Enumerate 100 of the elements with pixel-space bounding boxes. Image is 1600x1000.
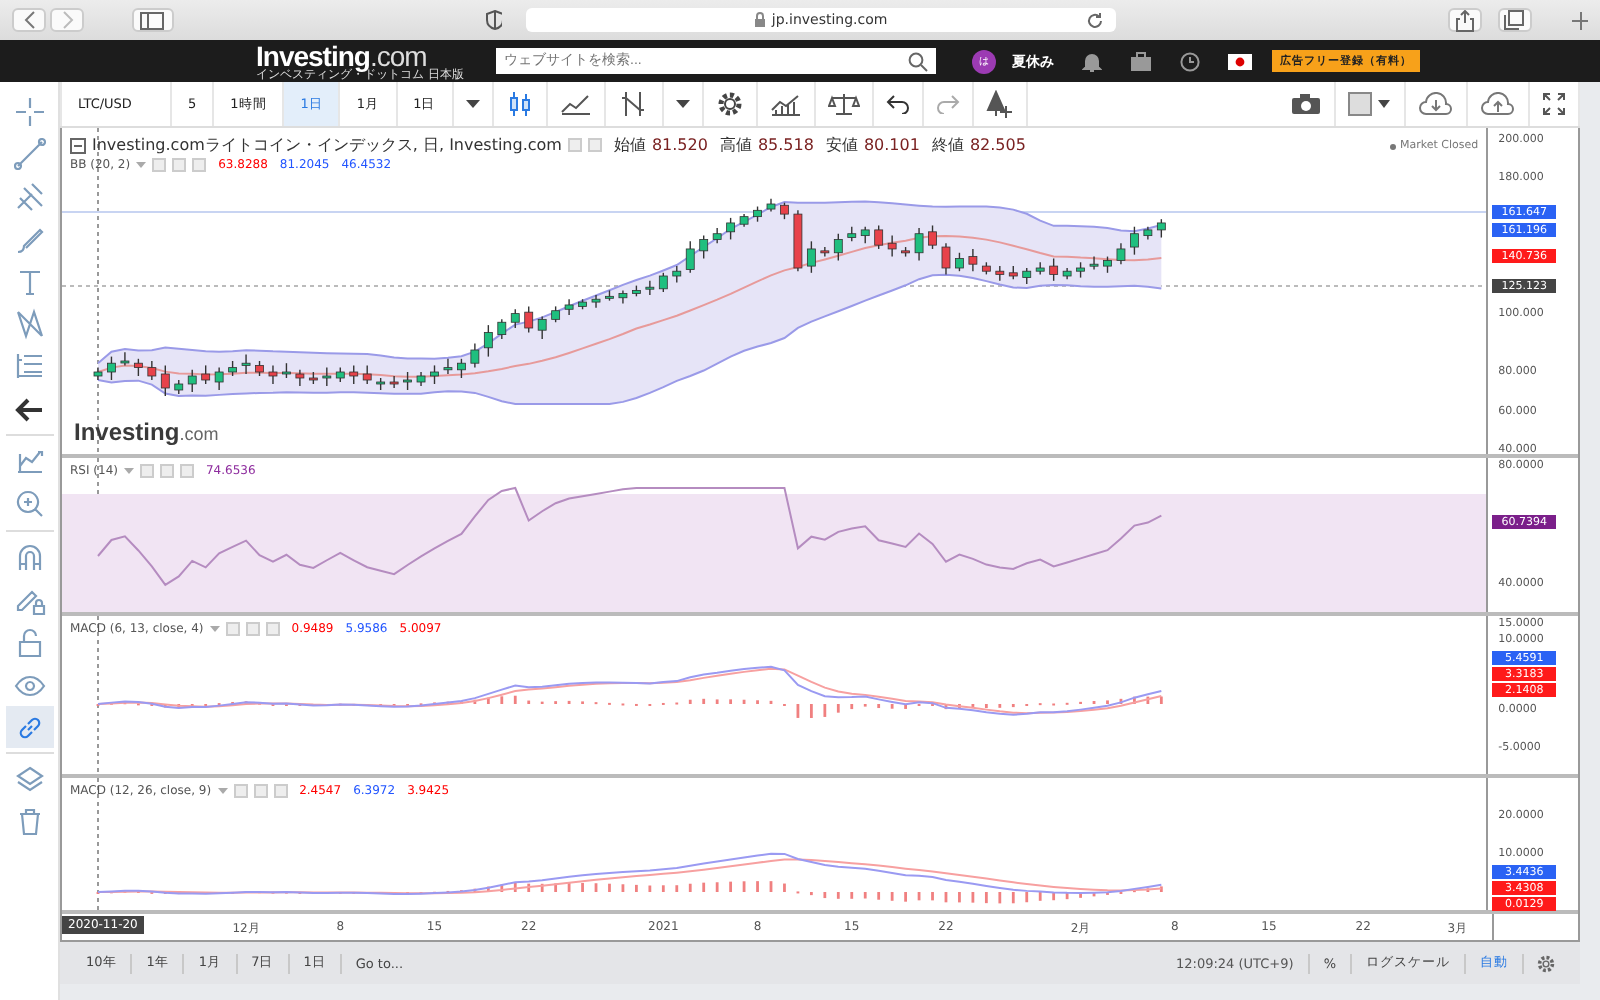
candlestick [1035, 261, 1045, 276]
crosshair-line [97, 778, 99, 910]
candlestick [160, 364, 170, 397]
candlestick [537, 315, 547, 340]
candlestick [807, 240, 816, 274]
fibonacci-icon [13, 350, 45, 383]
site-logo[interactable]: Investing.com [256, 41, 480, 69]
camera-icon [1290, 92, 1322, 116]
collapse-icon[interactable] [70, 137, 86, 153]
arrow-left-icon [13, 393, 45, 426]
candlestick [255, 360, 264, 377]
chevron-left-icon [21, 10, 37, 30]
pitchfork-icon [13, 180, 45, 213]
sidebar-button[interactable] [132, 8, 174, 32]
candlestick [955, 252, 964, 272]
status-dot [1390, 143, 1397, 149]
ohlc-value: 81.520 [651, 136, 708, 154]
search-icon[interactable] [908, 51, 928, 71]
candlestick [847, 226, 857, 243]
new-tab-icon[interactable] [1571, 11, 1588, 29]
color-swatch-icon [1348, 92, 1392, 116]
candlestick [780, 202, 789, 220]
brush-icon [13, 223, 45, 256]
candlestick [457, 358, 466, 379]
ohlc-label: 終値 [931, 134, 964, 156]
candlestick [766, 198, 776, 213]
caret-icon[interactable] [217, 788, 228, 794]
candlestick [403, 371, 412, 391]
candlestick [1089, 255, 1099, 271]
bell-icon[interactable] [1082, 51, 1102, 71]
candlestick [1008, 265, 1018, 280]
candlestick [483, 324, 493, 358]
candlestick [658, 272, 668, 293]
candlestick [645, 280, 655, 296]
ohlc-label: 安値 [825, 134, 858, 156]
reload-icon[interactable] [1085, 11, 1104, 29]
candlestick [376, 377, 386, 391]
chart-title: Investing.comライトコイン・インデックス, 日, Investing.com [92, 134, 562, 156]
crosshair-icon [13, 95, 45, 128]
candlestick [618, 289, 628, 305]
share-button[interactable] [1447, 8, 1482, 32]
forward-button[interactable] [50, 8, 84, 32]
candlestick [308, 371, 318, 385]
candlestick [887, 234, 897, 258]
candlestick [1076, 261, 1085, 279]
caret-icon[interactable] [209, 626, 220, 632]
zoom-icon [13, 488, 45, 521]
clock-icon[interactable] [1180, 51, 1200, 71]
candlestick [147, 360, 157, 381]
candlestick [93, 366, 103, 381]
candlestick [941, 242, 951, 276]
candlestick [793, 209, 803, 272]
ohlc-value: 82.505 [969, 136, 1026, 154]
caret-icon[interactable] [123, 468, 134, 474]
cloud-upload-icon [1480, 92, 1516, 116]
fullscreen-icon [1542, 92, 1566, 116]
candlestick [1116, 242, 1126, 265]
candlestick [1022, 267, 1032, 285]
candlestick [1130, 226, 1139, 256]
candlestick [430, 364, 439, 385]
scale-icon [827, 92, 860, 116]
candlestick [726, 217, 735, 241]
flag-icon[interactable] [1228, 53, 1252, 69]
gear-icon[interactable] [1536, 953, 1556, 973]
shield-icon[interactable] [485, 10, 503, 30]
caret-icon[interactable] [136, 162, 147, 168]
candlestick [699, 234, 709, 260]
candlestick [282, 362, 291, 379]
redo-icon [935, 94, 960, 114]
candlestick [860, 226, 870, 244]
candlestick [335, 366, 345, 383]
layers-icon [13, 764, 45, 797]
candlestick [241, 353, 251, 375]
candlestick-icon [505, 90, 534, 118]
candlestick [295, 369, 305, 387]
candlestick [174, 379, 184, 395]
candlestick [510, 308, 520, 329]
ohlc-label: 高値 [719, 134, 752, 156]
candlestick [874, 224, 884, 250]
candlestick [201, 364, 211, 385]
briefcase-icon[interactable] [1130, 51, 1152, 71]
tabs-button[interactable] [1497, 8, 1532, 32]
candlestick [820, 246, 830, 258]
candlestick [389, 375, 399, 389]
candlestick [443, 358, 453, 375]
candlestick [497, 318, 507, 340]
ohlc-value: 80.101 [863, 136, 920, 154]
candlestick [632, 284, 641, 297]
caret-icon [465, 100, 480, 108]
candlestick [322, 366, 332, 387]
candlestick [551, 305, 561, 323]
tabs-icon [1504, 10, 1525, 30]
indicator-icon [617, 90, 650, 118]
back-button[interactable] [12, 8, 46, 32]
candlestick [914, 227, 924, 262]
candlestick [228, 360, 237, 377]
candlestick [524, 305, 534, 334]
lock-icon [753, 12, 766, 28]
candlestick [672, 265, 682, 284]
settings-icon [715, 90, 744, 118]
